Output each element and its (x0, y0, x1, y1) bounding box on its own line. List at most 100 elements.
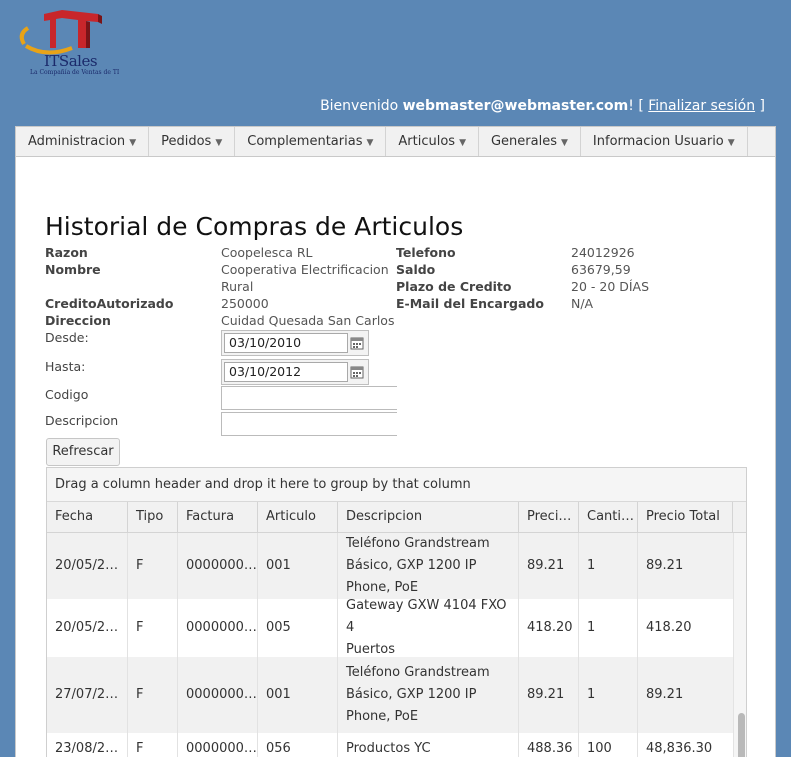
hasta-input[interactable]: 03/10/2012 (224, 362, 348, 382)
cell-descripcion-line: Phone, PoE (346, 580, 419, 595)
plazo-label: Plazo de Credito (396, 279, 512, 294)
cell-descripcion-line: Teléfono Grandstream (346, 665, 490, 680)
table-row[interactable]: 20/05/2… F 0000000… 001 Teléfono Grandst… (47, 533, 733, 599)
direccion-label: Direccion (45, 313, 111, 328)
menu-pedidos[interactable]: Pedidos ▼ (149, 127, 236, 156)
menu-articulos[interactable]: Articulos ▼ (386, 127, 479, 156)
cell-descripcion-line: Básico, GXP 1200 IP (346, 687, 477, 702)
menu-label: Articulos (398, 134, 456, 149)
saldo-value: 63679,59 (571, 262, 631, 277)
email-value: N/A (571, 296, 594, 311)
credito-label: CreditoAutorizado (45, 296, 174, 311)
column-header-precio[interactable]: Preci… (519, 502, 579, 532)
hasta-label: Hasta: (45, 359, 86, 374)
cell-total: 418.20 (638, 599, 733, 657)
cell-factura: 0000000… (178, 733, 258, 757)
cell-total: 48,836.30 (638, 733, 733, 757)
grid-header: Fecha Tipo Factura Articulo Descripcion … (47, 502, 746, 533)
menu-administracion[interactable]: Administracion ▼ (16, 127, 150, 156)
menu-informacion-usuario[interactable]: Informacion Usuario ▼ (581, 127, 748, 156)
cell-fecha-text: 20/05/2… (55, 558, 119, 573)
table-row[interactable]: 20/05/2… F 0000000… 005 Gateway GXW 4104… (47, 599, 733, 657)
cell-descripcion-line: Gateway GXW 4104 FXO 4 (346, 599, 507, 635)
cell-tipo-text: F (136, 558, 144, 573)
desde-input[interactable]: 03/10/2010 (224, 333, 348, 353)
descripcion-input[interactable] (221, 412, 397, 436)
logout-link[interactable]: Finalizar sesión (648, 98, 755, 114)
menu-generales[interactable]: Generales ▼ (479, 127, 581, 156)
cell-precio-text: 418.20 (527, 620, 573, 635)
menu-complementarias[interactable]: Complementarias ▼ (235, 127, 387, 156)
cell-cantidad-text: 1 (587, 558, 596, 573)
menu-label: Informacion Usuario (592, 134, 724, 149)
table-row[interactable]: 27/07/2… F 0000000… 001 Teléfono Grandst… (47, 657, 733, 733)
cell-tipo: F (128, 599, 178, 657)
column-header-factura[interactable]: Factura (178, 502, 258, 532)
cell-precio: 488.36 (519, 733, 579, 757)
cell-precio: 89.21 (519, 533, 579, 599)
desde-datepicker: 03/10/2010 (221, 330, 369, 356)
cell-articulo: 056 (258, 733, 338, 757)
nombre-value-line2: Rural (221, 279, 254, 294)
page-title: Historial de Compras de Articulos (45, 212, 464, 241)
column-header-descripcion[interactable]: Descripcion (338, 502, 519, 532)
cell-precio: 418.20 (519, 599, 579, 657)
cell-descripcion-line: Básico, GXP 1200 IP (346, 558, 477, 573)
cell-descripcion: Productos YC (338, 733, 519, 757)
table-row[interactable]: 23/08/2… F 0000000… 056 Productos YC 488… (47, 733, 733, 757)
plazo-value: 20 - 20 DÍAS (571, 279, 650, 294)
purchases-grid: Drag a column header and drop it here to… (46, 467, 747, 757)
cell-fecha: 20/05/2… (47, 533, 128, 599)
column-header-fecha[interactable]: Fecha (47, 502, 128, 532)
cell-total: 89.21 (638, 533, 733, 599)
chevron-down-icon: ▼ (215, 138, 223, 148)
welcome-suffix: ] (755, 98, 765, 114)
welcome-middle: ! [ (628, 98, 649, 114)
itsales-logo: ITSales La Compañía de Ventas de TI (16, 6, 120, 80)
welcome-prefix: Bienvenido (320, 98, 403, 114)
cell-descripcion: Gateway GXW 4104 FXO 4 Puertos (338, 599, 519, 657)
refresh-button[interactable]: Refrescar (46, 438, 120, 466)
nombre-value-line1: Cooperativa Electrificacion (221, 262, 389, 277)
calendar-icon[interactable] (350, 336, 364, 350)
menu-label: Pedidos (161, 134, 212, 149)
cell-cantidad: 100 (579, 733, 638, 757)
calendar-icon[interactable] (350, 365, 364, 379)
welcome-user: webmaster@webmaster.com (402, 98, 629, 114)
cell-fecha: 23/08/2… (47, 733, 128, 757)
column-header-precio-total[interactable]: Precio Total (638, 502, 733, 532)
cell-cantidad-text: 100 (587, 741, 612, 756)
cell-factura: 0000000… (178, 599, 258, 657)
cell-precio: 89.21 (519, 657, 579, 733)
menu-label: Complementarias (247, 134, 363, 149)
grid-body: 20/05/2… F 0000000… 001 Teléfono Grandst… (47, 533, 733, 757)
logo-brand-text: ITSales (44, 52, 98, 70)
cell-precio-text: 89.21 (527, 558, 565, 573)
logo-tagline: La Compañía de Ventas de TI (30, 69, 120, 76)
header-spacer (733, 502, 746, 532)
codigo-input[interactable] (221, 386, 397, 410)
welcome-bar: Bienvenido webmaster@webmaster.com! [ Fi… (320, 98, 765, 114)
cell-tipo-text: F (136, 620, 144, 635)
razon-label: Razon (45, 245, 88, 260)
cell-precio-text: 488.36 (527, 741, 573, 756)
cell-descripcion-line: Puertos (346, 642, 396, 657)
scrollbar-thumb[interactable] (738, 713, 745, 757)
cell-articulo-text: 001 (266, 558, 291, 573)
menu-label: Administracion (28, 134, 126, 149)
column-header-cantidad[interactable]: Canti… (579, 502, 638, 532)
cell-descripcion-line: Teléfono Grandstream (346, 536, 490, 551)
cell-cantidad: 1 (579, 657, 638, 733)
cell-descripcion-line: Phone, PoE (346, 709, 419, 724)
cell-fecha-text: 20/05/2… (55, 620, 119, 635)
cell-fecha: 20/05/2… (47, 599, 128, 657)
grid-scrollbar[interactable] (733, 533, 746, 757)
column-header-tipo[interactable]: Tipo (128, 502, 178, 532)
cell-total-text: 89.21 (646, 558, 684, 573)
group-drop-area[interactable]: Drag a column header and drop it here to… (47, 468, 746, 502)
cell-factura-text: 0000000… (186, 687, 257, 702)
cell-articulo: 005 (258, 599, 338, 657)
column-header-articulo[interactable]: Articulo (258, 502, 338, 532)
cell-total-text: 418.20 (646, 620, 692, 635)
cell-tipo: F (128, 733, 178, 757)
